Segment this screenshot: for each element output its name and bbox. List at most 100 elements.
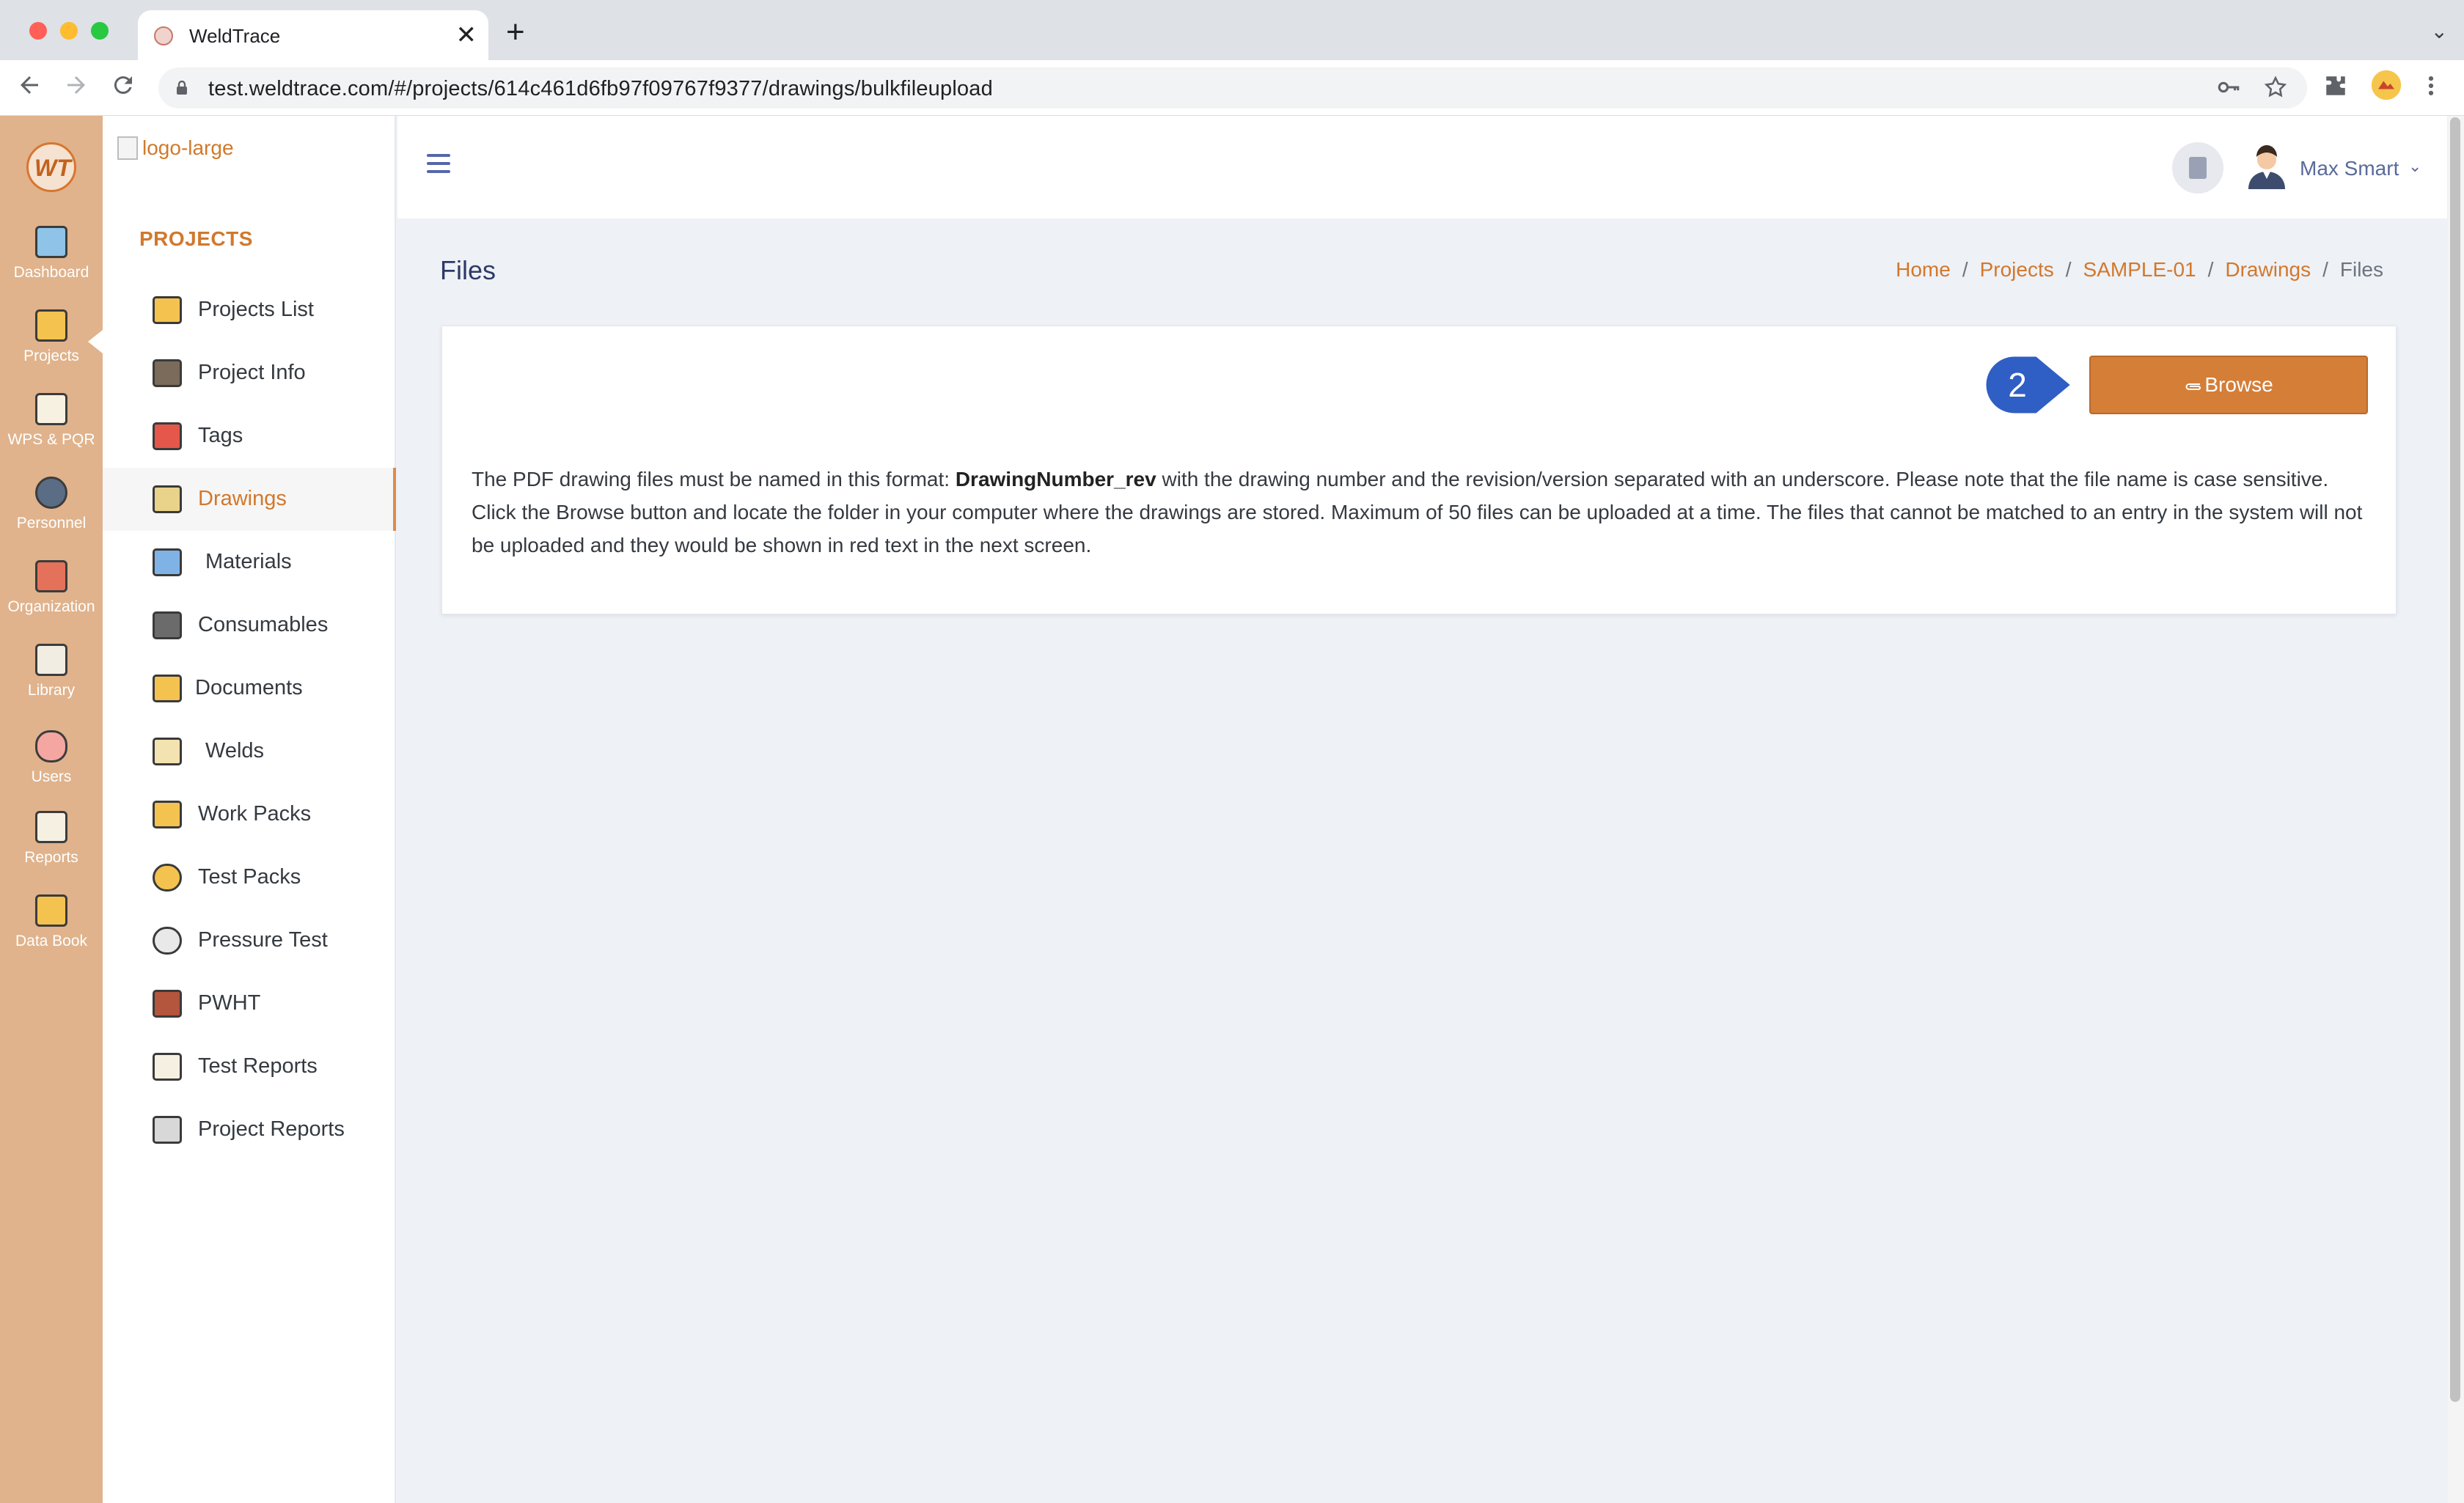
new-tab-button[interactable]: + [506, 16, 525, 48]
sidebar-item-label: Tags [198, 424, 243, 447]
rail-item-wps-pqr[interactable]: WPS & PQR [0, 393, 103, 466]
sidebar-item-consumables[interactable]: Consumables [103, 594, 396, 657]
breadcrumb-projects[interactable]: Projects [1980, 258, 2054, 281]
lock-icon [177, 81, 187, 95]
zoom-window-button[interactable] [91, 22, 109, 40]
library-icon [35, 644, 67, 676]
project-reports-icon [153, 1116, 182, 1144]
browser-tab[interactable]: WeldTrace ✕ [138, 10, 488, 60]
notification-icon[interactable] [2172, 142, 2223, 194]
tab-close-icon[interactable]: ✕ [456, 21, 477, 50]
hamburger-menu-icon[interactable] [427, 154, 450, 174]
tab-title: WeldTrace [189, 25, 281, 47]
profile-icon[interactable] [2370, 69, 2402, 107]
sidebar-item-pressure-test[interactable]: Pressure Test [103, 909, 396, 972]
scrollbar-thumb[interactable] [2450, 117, 2460, 1402]
test-reports-icon [153, 1053, 182, 1081]
sidebar-item-label: Materials [205, 550, 292, 573]
sidebar-item-projects-list[interactable]: Projects List [103, 279, 396, 342]
browse-button[interactable]: Browse [2089, 356, 2368, 414]
filename-format: DrawingNumber_rev [955, 468, 1156, 490]
key-icon[interactable] [2216, 75, 2241, 106]
sidebar-item-label: Test Packs [198, 865, 301, 889]
rail-label: Library [27, 682, 76, 699]
close-window-button[interactable] [29, 22, 47, 40]
sidebar-item-pwht[interactable]: PWHT [103, 972, 396, 1035]
breadcrumb-separator: / [1962, 258, 1968, 281]
breadcrumb-current: Files [2339, 258, 2383, 281]
rail-label: WPS & PQR [7, 431, 95, 448]
sidebar-item-project-reports[interactable]: Project Reports [103, 1098, 396, 1161]
breadcrumb: Home / Projects / SAMPLE-01 / Drawings / Files [1896, 258, 2383, 282]
sidebar-item-label: Project Info [198, 361, 306, 384]
rail-item-organization[interactable]: Organization [0, 560, 103, 633]
sidebar-item-test-packs[interactable]: Test Packs [103, 846, 396, 909]
rail-item-users[interactable]: Users [0, 730, 103, 804]
rail-item-personnel[interactable]: Personnel [0, 477, 103, 550]
more-icon[interactable] [2420, 73, 2442, 104]
rail-item-reports[interactable]: Reports [0, 811, 103, 884]
drawings-icon [153, 485, 182, 513]
step-number-text: 2 [2008, 366, 2027, 404]
rail-item-projects[interactable]: Projects [0, 309, 103, 383]
rail-item-library[interactable]: Library [0, 644, 103, 717]
reload-icon[interactable] [110, 72, 136, 106]
address-bar[interactable]: test.weldtrace.com/#/projects/614c461d6f… [158, 67, 2307, 109]
favicon-icon [154, 26, 173, 45]
work-packs-icon [153, 801, 182, 828]
sidebar-item-materials[interactable]: Materials [103, 531, 396, 594]
sidebar-item-label: Test Reports [198, 1054, 318, 1078]
step-number-badge: 2 [1984, 354, 2074, 416]
chevron-down-icon[interactable]: ⌄ [2408, 157, 2421, 176]
sidebar-item-tags[interactable]: Tags [103, 405, 396, 468]
projects-list-icon [153, 296, 182, 324]
rail-item-data-book[interactable]: Data Book [0, 894, 103, 968]
sidebar-item-work-packs[interactable]: Work Packs [103, 783, 396, 846]
rail-label: Reports [24, 849, 78, 866]
documents-folder-icon [153, 675, 182, 702]
forward-icon[interactable] [63, 72, 89, 106]
weldtrace-logo[interactable]: WT [26, 142, 76, 192]
sidebar-item-label: Documents [195, 676, 303, 699]
breadcrumb-drawings[interactable]: Drawings [2225, 258, 2311, 281]
breadcrumb-separator: / [2322, 258, 2328, 281]
sidebar-item-label: PWHT [198, 991, 261, 1015]
sidebar-item-test-reports[interactable]: Test Reports [103, 1035, 396, 1098]
logo-large-image[interactable]: logo-large [117, 136, 234, 160]
welder-icon [35, 477, 67, 509]
breadcrumb-sample[interactable]: SAMPLE-01 [2083, 258, 2196, 281]
extensions-icon[interactable] [2323, 73, 2348, 104]
sidebar-item-welds[interactable]: Welds [103, 720, 396, 783]
pwht-heater-icon [153, 990, 182, 1018]
back-icon[interactable] [16, 72, 43, 106]
breadcrumb-home[interactable]: Home [1896, 258, 1951, 281]
minimize-window-button[interactable] [60, 22, 78, 40]
consumables-icon [153, 611, 182, 639]
instructions-text: The PDF drawing files must be named in t… [472, 468, 956, 490]
data-book-icon [35, 894, 67, 927]
sidebar-item-project-info[interactable]: Project Info [103, 342, 396, 405]
browse-button-label: Browse [2204, 373, 2273, 396]
dashboard-icon [35, 226, 67, 258]
browser-tab-bar: WeldTrace ✕ + ⌄ [0, 0, 2464, 60]
rail-label: Projects [23, 348, 79, 364]
sidebar-item-documents[interactable]: Documents [103, 657, 396, 720]
active-indicator [88, 330, 103, 353]
rail-label: Users [31, 768, 72, 785]
sidebar-item-label: Project Reports [198, 1117, 345, 1141]
rail-item-dashboard[interactable]: Dashboard [0, 226, 103, 299]
projects-folder-icon [35, 309, 67, 342]
pressure-gauge-icon [153, 927, 182, 955]
top-header: Max Smart ⌄ [397, 116, 2447, 218]
avatar[interactable] [2245, 141, 2288, 189]
user-name[interactable]: Max Smart [2300, 157, 2399, 180]
reports-clipboard-icon [35, 811, 67, 843]
url-text: test.weldtrace.com/#/projects/614c461d6f… [208, 77, 993, 100]
tab-search-icon[interactable]: ⌄ [2431, 19, 2448, 43]
page-title: Files [440, 255, 496, 285]
sidebar-item-label: Pressure Test [198, 928, 328, 952]
sidebar-item-drawings[interactable]: Drawings [103, 468, 396, 531]
star-icon[interactable] [2263, 75, 2288, 106]
browser-toolbar: test.weldtrace.com/#/projects/614c461d6f… [0, 60, 2464, 116]
upload-card: 2 Browse The PDF drawing files must be n… [441, 326, 2397, 614]
